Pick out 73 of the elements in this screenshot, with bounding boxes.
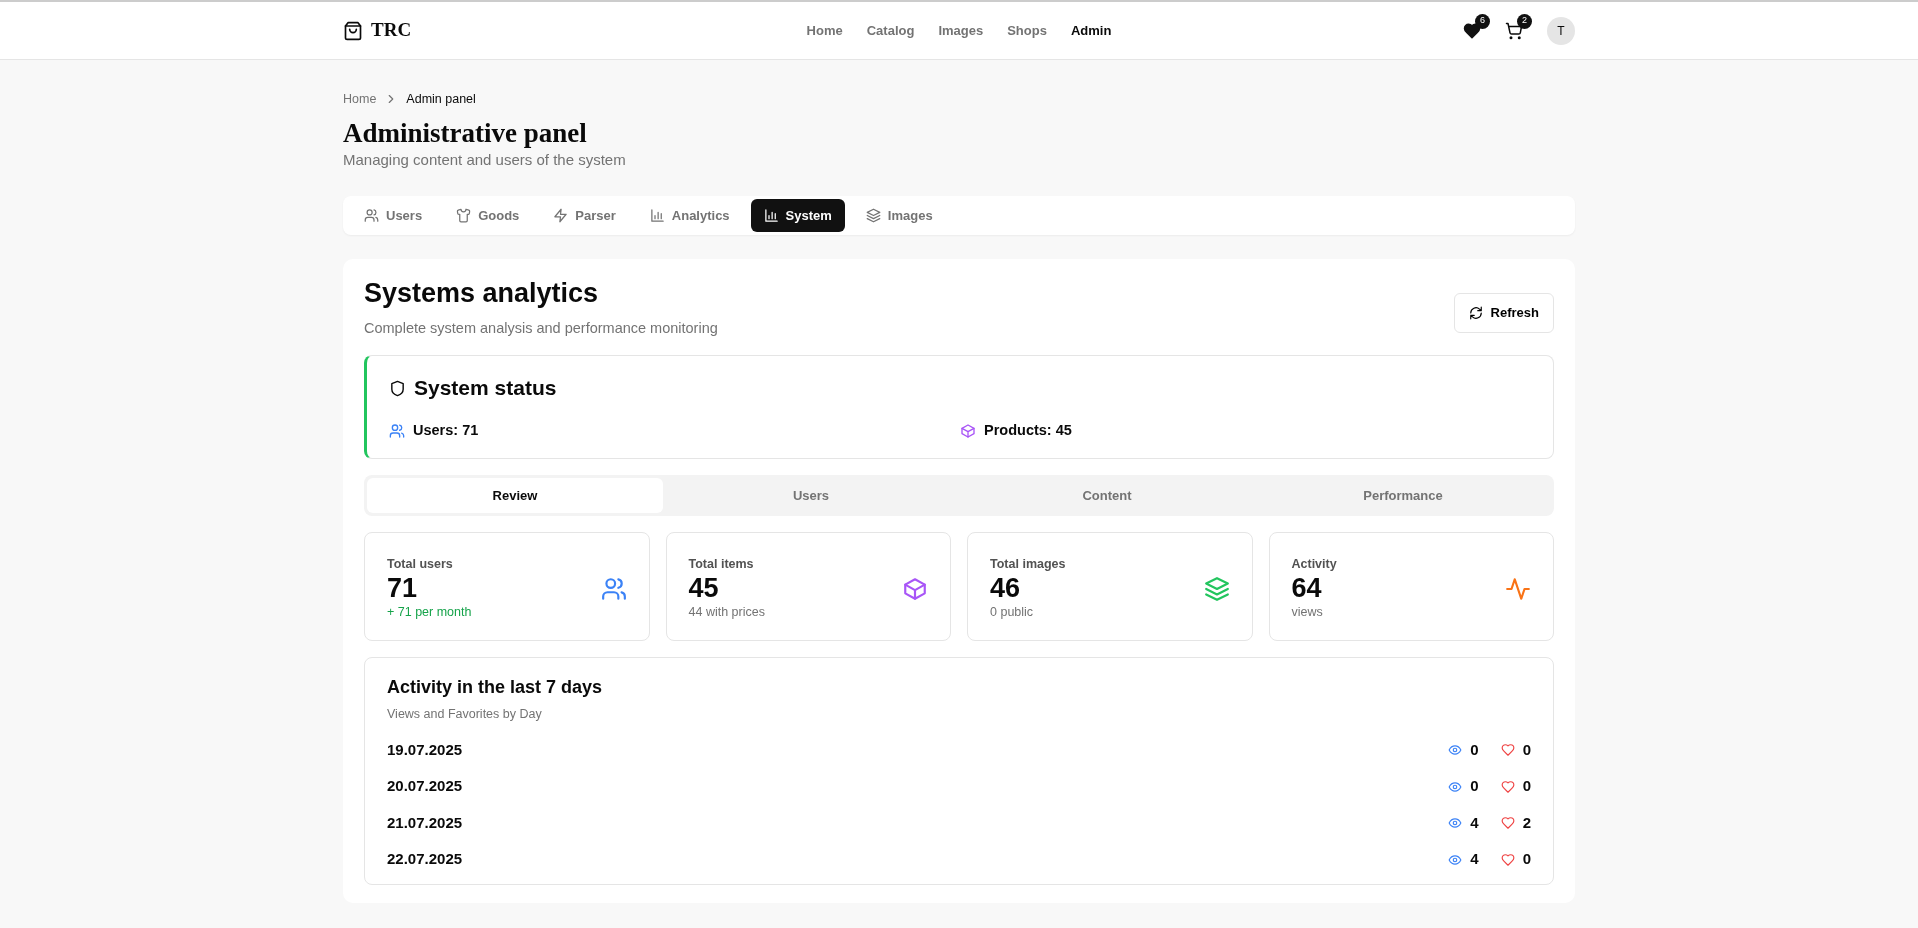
stat-label: Activity <box>1291 556 1337 574</box>
heart-icon <box>1500 779 1515 794</box>
stat-value: 64 <box>1291 573 1323 604</box>
subtab[interactable]: Review <box>367 477 663 514</box>
favorites-count: 2 <box>1522 812 1531 833</box>
refresh-button[interactable]: Refresh <box>1453 293 1554 333</box>
stat-label: Total users <box>387 556 454 574</box>
views-count: 4 <box>1470 812 1479 833</box>
status-item: Products: 45 <box>984 420 1072 440</box>
eye-icon <box>1448 743 1463 758</box>
panel-subtitle: Complete system analysis and performance monitoring <box>364 318 718 338</box>
favorites-count-badge: 6 <box>1475 13 1490 29</box>
stat-value: 46 <box>990 573 1022 604</box>
tab[interactable]: Images <box>852 198 946 233</box>
activity-date: 22.07.2025 <box>387 849 463 870</box>
stat-note: 0 public <box>990 604 1035 622</box>
heart-icon <box>1500 852 1515 867</box>
subtab[interactable]: Performance <box>1255 477 1551 514</box>
page-title: Administrative panel <box>343 116 588 150</box>
bar-chart-icon <box>649 207 665 223</box>
panel-title: Systems analytics <box>364 277 600 310</box>
views-count: 0 <box>1470 776 1479 797</box>
stat-value: 71 <box>387 573 419 604</box>
nav-link[interactable]: Catalog <box>866 20 915 41</box>
shirt-icon <box>456 207 472 223</box>
breadcrumb-item: Admin panel <box>406 91 476 108</box>
stat-value: 45 <box>688 573 720 604</box>
heart-icon <box>1500 816 1515 831</box>
nav-link[interactable]: Images <box>938 20 984 41</box>
nav-link[interactable]: Home <box>806 20 843 41</box>
favorites-count: 0 <box>1522 849 1531 870</box>
shield-icon <box>389 379 406 397</box>
avatar[interactable]: T <box>1547 16 1575 45</box>
cart-count-badge: 2 <box>1517 13 1532 29</box>
heart-icon <box>1500 743 1515 758</box>
status-item: Users: 71 <box>413 420 479 440</box>
bar-chart-icon <box>763 207 779 223</box>
activity-date: 21.07.2025 <box>387 812 463 833</box>
subtab[interactable]: Content <box>959 477 1255 514</box>
logo-text[interactable]: TRC <box>371 16 412 45</box>
refresh-icon <box>1468 305 1483 320</box>
tab[interactable]: Parser <box>540 198 629 233</box>
shopping-bag-icon <box>343 20 363 41</box>
stat-label: Total images <box>990 556 1066 574</box>
nav-link[interactable]: Shops <box>1007 20 1047 41</box>
favorites-count: 0 <box>1522 776 1531 797</box>
stat-note: + 71 per month <box>387 604 472 622</box>
cart-icon <box>1505 21 1523 40</box>
nav-link[interactable]: Admin <box>1070 20 1112 41</box>
layers-icon <box>865 207 881 223</box>
stat-label: Total items <box>688 556 755 574</box>
activity-subtitle: Views and Favorites by Day <box>387 706 543 724</box>
activity-date: 19.07.2025 <box>387 739 463 760</box>
users-icon <box>364 207 379 223</box>
lightning-icon <box>553 207 569 223</box>
stat-note: views <box>1291 604 1324 622</box>
views-count: 0 <box>1470 739 1479 760</box>
tab[interactable]: System <box>750 198 845 233</box>
activity-date: 20.07.2025 <box>387 776 463 797</box>
stat-note: 44 with prices <box>688 604 765 622</box>
favorites-count: 0 <box>1522 739 1531 760</box>
tab[interactable]: Users <box>351 198 436 233</box>
tab[interactable]: Analytics <box>636 198 743 233</box>
views-count: 4 <box>1470 849 1479 870</box>
tab[interactable]: Goods <box>443 198 533 233</box>
breadcrumb-item[interactable]: Home <box>343 90 377 109</box>
page-subtitle: Managing content and users of the system <box>343 150 627 171</box>
activity-title: Activity in the last 7 days <box>387 676 604 700</box>
subtab[interactable]: Users <box>663 477 959 514</box>
eye-icon <box>1448 816 1463 831</box>
status-title: System status <box>414 375 557 402</box>
eye-icon <box>1448 852 1463 867</box>
eye-icon <box>1448 779 1463 794</box>
